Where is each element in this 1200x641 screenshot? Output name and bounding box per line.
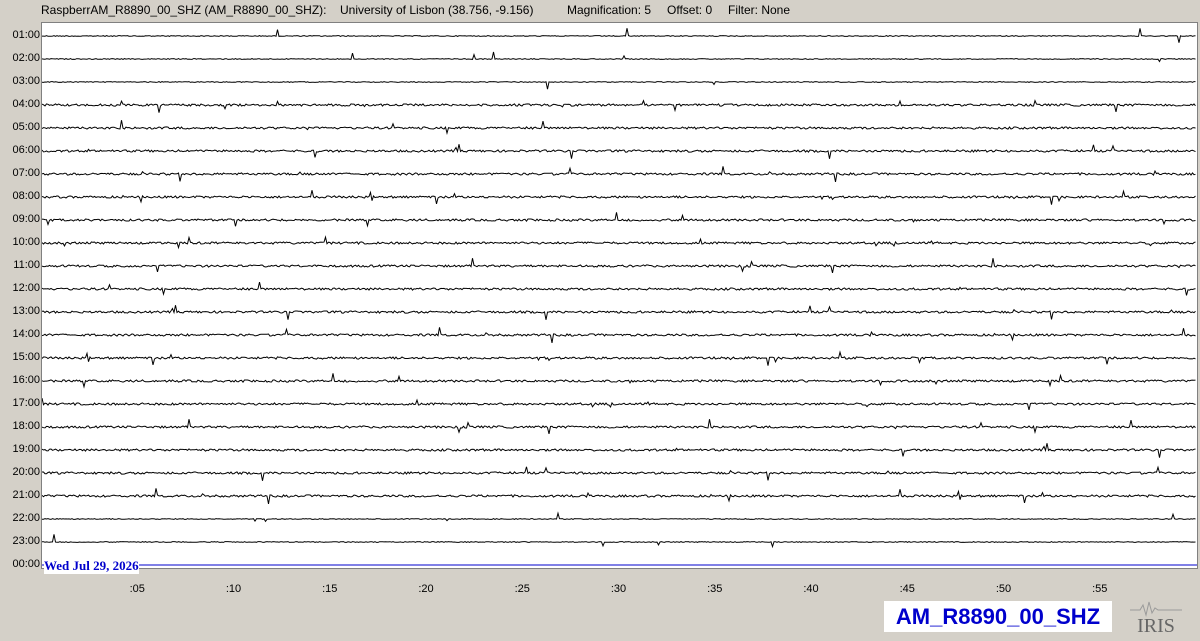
trace-line (42, 419, 1196, 435)
trace-line (42, 465, 1196, 481)
hour-label: 11:00 (13, 259, 40, 271)
hour-label: 02:00 (12, 52, 40, 64)
minute-label: :50 (995, 583, 1012, 595)
hour-label: 04:00 (12, 98, 40, 110)
filter-text: Filter: None (728, 3, 791, 17)
plot-header: RaspberrAM_R8890_00_SHZ (AM_R8890_00_SHZ… (0, 0, 1200, 20)
hour-label: 10:00 (12, 236, 40, 248)
trace-line (42, 488, 1196, 504)
trace-line (42, 120, 1196, 136)
trace-canvas (42, 28, 1197, 566)
iris-logo: IRIS (1128, 596, 1184, 637)
minute-label: :35 (707, 583, 723, 595)
hour-label: 08:00 (12, 190, 40, 202)
trace-line (42, 235, 1196, 250)
svg-text:IRIS: IRIS (1137, 615, 1175, 636)
hour-label: 01:00 (12, 29, 40, 41)
trace-line (42, 144, 1196, 159)
trace-line (42, 327, 1196, 343)
minute-label: :45 (899, 583, 915, 595)
hour-label: 16:00 (12, 374, 40, 386)
trace-line (42, 397, 1196, 411)
hour-label: 20:00 (12, 466, 40, 478)
minute-label: :20 (418, 583, 434, 595)
trace-line (42, 189, 1196, 205)
minute-label: :05 (129, 583, 145, 595)
trace-line (42, 51, 1196, 63)
hour-label: 17:00 (12, 397, 40, 409)
hour-label: 12:00 (12, 282, 40, 294)
date-label: Wed Jul 29, 2026 (44, 558, 139, 574)
trace-line (42, 305, 1196, 320)
hour-label: 22:00 (12, 512, 40, 524)
trace-line (42, 28, 1196, 43)
station-badge: AM_R8890_00_SHZ (884, 601, 1112, 632)
station-title: RaspberrAM_R8890_00_SHZ (AM_R8890_00_SHZ… (41, 3, 327, 17)
minute-label: :25 (514, 583, 530, 595)
hour-label: 18:00 (12, 420, 40, 432)
hour-label: 07:00 (12, 167, 40, 179)
hour-label: 09:00 (12, 213, 40, 225)
minute-label: :55 (1092, 583, 1108, 595)
trace-line (42, 511, 1196, 523)
trace-line (42, 212, 1196, 228)
hour-label: 06:00 (12, 144, 40, 156)
hour-label: 23:00 (12, 535, 40, 547)
minute-label: :30 (610, 583, 627, 595)
hour-label: 03:00 (12, 75, 40, 87)
trace-line (42, 534, 1196, 549)
trace-line (42, 258, 1196, 274)
minute-label: :15 (322, 583, 338, 595)
trace-line (42, 281, 1196, 297)
trace-line (42, 350, 1196, 366)
hour-label: 19:00 (12, 443, 40, 455)
trace-line (42, 373, 1196, 389)
location-text: University of Lisbon (38.756, -9.156) (340, 3, 534, 17)
hour-label: 13:00 (12, 305, 40, 317)
hour-label: 21:00 (12, 489, 40, 501)
hour-label: 15:00 (12, 351, 40, 363)
minute-label: :10 (225, 583, 242, 595)
hour-label: 05:00 (12, 121, 40, 133)
hour-label: 14:00 (12, 328, 40, 340)
trace-line (42, 99, 1196, 113)
magnification-text: Magnification: 5 (567, 3, 652, 17)
trace-line (42, 166, 1196, 182)
offset-text: Offset: 0 (667, 3, 713, 17)
hour-label: 00:00 (12, 558, 40, 570)
seismogram-plot (41, 22, 1198, 569)
minute-label: :40 (803, 583, 819, 595)
trace-line (42, 443, 1196, 458)
trace-line (42, 80, 1196, 90)
